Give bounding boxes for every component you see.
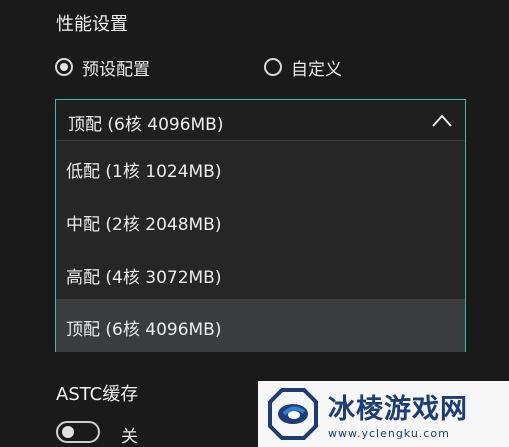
astc-cache-toggle[interactable]	[56, 421, 100, 443]
option-label: 顶配 (6核 4096MB)	[66, 320, 222, 340]
radio-preset-label: 预设配置	[82, 59, 150, 80]
preset-dropdown-value: 顶配 (6核 4096MB)	[68, 115, 224, 135]
preset-dropdown: 顶配 (6核 4096MB) 低配 (1核 1024MB) 中配 (2核 204…	[55, 99, 466, 352]
settings-page: 性能设置 预设配置 自定义 顶配 (6核 4096MB) 低配 (1核 1024…	[0, 0, 509, 447]
radio-custom-label: 自定义	[291, 59, 342, 80]
watermark-logo-icon	[268, 388, 318, 440]
dropdown-option-top[interactable]: 顶配 (6核 4096MB)	[56, 299, 465, 352]
dropdown-option-medium[interactable]: 中配 (2核 2048MB)	[56, 194, 465, 247]
dropdown-option-high[interactable]: 高配 (4核 3072MB)	[56, 247, 465, 300]
option-label: 低配 (1核 1024MB)	[66, 162, 222, 182]
preset-radio-group: 预设配置 自定义	[55, 54, 475, 80]
toggle-knob	[62, 426, 74, 438]
chevron-up-icon	[432, 114, 452, 127]
radio-preset-config[interactable]: 预设配置	[55, 54, 150, 80]
option-label: 中配 (2核 2048MB)	[66, 215, 222, 235]
performance-settings-title: 性能设置	[56, 14, 128, 35]
dropdown-option-low[interactable]: 低配 (1核 1024MB)	[56, 141, 465, 194]
preset-dropdown-toggle[interactable]: 顶配 (6核 4096MB)	[56, 100, 465, 141]
watermark-url: www.yclengku.com	[328, 427, 450, 440]
astc-cache-title: ASTC缓存	[56, 384, 139, 405]
radio-custom-config[interactable]: 自定义	[264, 54, 342, 80]
watermark-title: 冰棱游戏网	[328, 394, 468, 425]
radio-checked-icon	[55, 58, 73, 76]
astc-toggle-label: 关	[121, 427, 138, 447]
option-label: 高配 (4核 3072MB)	[66, 268, 222, 288]
site-watermark: 冰棱游戏网 www.yclengku.com	[258, 381, 509, 447]
radio-unchecked-icon	[264, 58, 282, 76]
